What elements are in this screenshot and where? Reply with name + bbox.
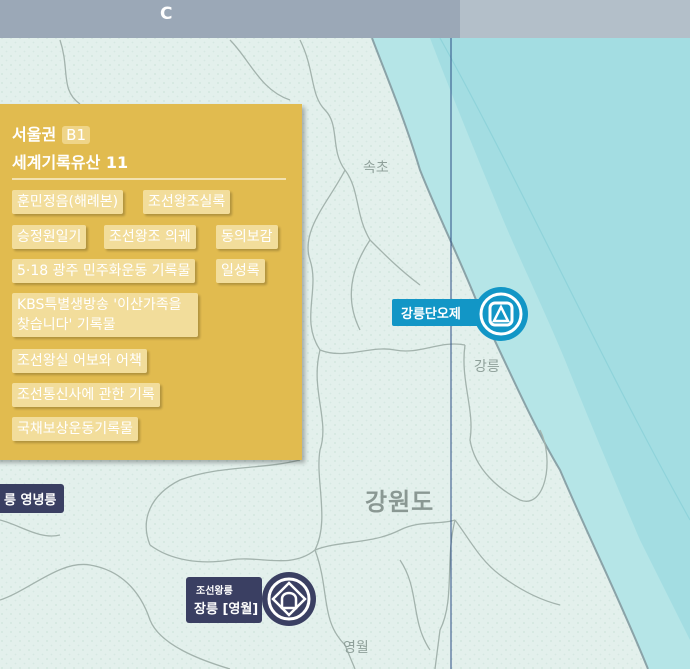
heritage-item[interactable]: 5·18 광주 민주화운동 기록물 [12, 259, 196, 283]
panel-region: 서울권 [12, 125, 57, 144]
grid-column-bar [0, 0, 460, 38]
unesco-intangible-heritage-icon[interactable] [474, 287, 528, 341]
panel-heading: 세계기록유산 11 [12, 153, 129, 172]
marker-jangneung-name: 장릉 [영월] [194, 602, 259, 617]
marker-jangneung-category: 조선왕릉 [196, 586, 233, 597]
place-gangneung: 강릉 [474, 359, 500, 375]
grid-column-bar-next [460, 0, 690, 38]
unesco-world-heritage-icon[interactable] [262, 572, 316, 626]
documentary-heritage-panel: 서울권 B1 세계기록유산 11 훈민정음(해례본) 조선왕조실록 승정원일기 조… [0, 104, 302, 460]
heritage-item[interactable]: 국채보상운동기록물 [12, 417, 138, 441]
heritage-item[interactable]: 조선왕실 어보와 어책 [12, 349, 147, 373]
heritage-item[interactable]: KBS특별생방송 '이산가족을 찾습니다' 기록물 [12, 293, 198, 337]
marker-jangneung[interactable]: 조선왕릉 장릉 [영월] [186, 577, 262, 623]
province-label: 강원도 [365, 488, 435, 516]
heritage-item[interactable]: 승정원일기 [12, 225, 87, 249]
heritage-item[interactable]: 조선왕조실록 [143, 190, 231, 214]
grid-column-label: C [160, 4, 173, 24]
place-sokcho: 속초 [363, 160, 389, 176]
marker-yeongnyeong-label[interactable]: 릉 영녕릉 [0, 484, 65, 513]
grid-badge: B1 [62, 126, 91, 144]
heritage-item[interactable]: 훈민정음(해례본) [12, 190, 124, 214]
heritage-item[interactable]: 일성록 [216, 259, 265, 283]
heritage-item[interactable]: 동의보감 [216, 225, 278, 249]
panel-divider [12, 178, 286, 180]
place-yeongwol: 영월 [343, 640, 369, 656]
heritage-item[interactable]: 조선통신사에 관한 기록 [12, 383, 160, 407]
heritage-item[interactable]: 조선왕조 의궤 [104, 225, 196, 249]
panel-title: 서울권 B1 [12, 121, 91, 145]
